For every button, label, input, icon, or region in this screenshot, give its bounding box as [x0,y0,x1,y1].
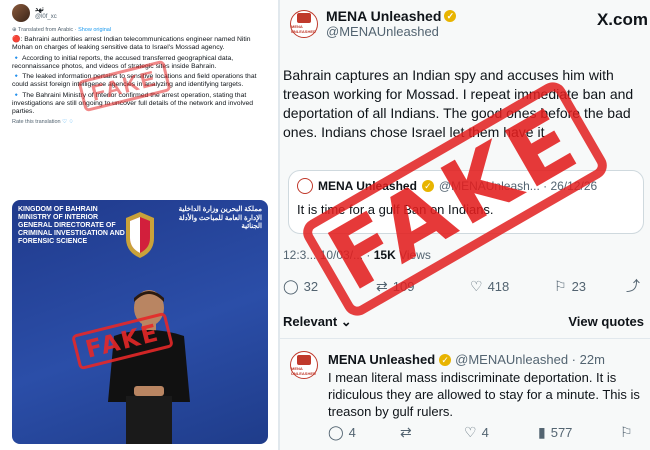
translation-note: ⊕ Translated from Arabic · Show original [12,27,112,33]
ministry-title-arabic: مملكة البحرين وزارة الداخلية الإدارة الع… [178,206,262,230]
divider [280,338,650,339]
reply-count: 32 [303,278,319,294]
views-count: 577 [550,425,573,440]
share-button[interactable]: ⤴ [626,276,640,296]
mena-logo-icon [297,354,311,365]
verified-badge-icon: ✓ [444,10,457,22]
tweet-photo[interactable]: KINGDOM OF BAHRAIN MINISTRY OF INTERIOR … [12,200,268,444]
avatar-text: MENA UNLEASHED [291,24,316,34]
view-quotes-link[interactable]: View quotes [568,314,644,329]
paragraph: 🔴: Bahraini authorities arrest Indian te… [12,36,251,52]
heart-icon: ♡ [464,424,477,440]
like-button[interactable]: ♡ 418 [470,278,509,295]
like-count: 4 [481,425,489,440]
repost-button[interactable]: ⇄ [400,424,412,441]
heart-icon: ♡ [470,277,483,294]
ministry-title-english: KINGDOM OF BAHRAIN MINISTRY OF INTERIOR … [18,206,125,245]
avatar [297,178,313,194]
bookmark-icon: ⚐ [620,424,633,440]
right-tweet-header: MENA UNLEASHED MENA Unleashed ✓ @MENAUnl… [290,8,644,39]
share-icon: ⤴ [626,278,640,294]
reply-icon: ◯ [283,277,299,294]
bookmark-count: 23 [571,278,587,294]
repost-icon: ⇄ [400,424,412,440]
reply-count: 4 [348,425,356,440]
x-logo: X.com [596,10,648,29]
verified-badge-icon: ✓ [439,353,452,366]
avatar-text: MENA UNLEASHED [291,365,316,376]
bookmark-button[interactable]: ⚐ [620,424,633,441]
globe-icon: ⊕ [12,27,17,33]
bookmark-icon: ⚐ [554,277,567,294]
author-name-row[interactable]: MENA Unleashed ✓ [326,8,457,24]
reply-author-name[interactable]: MENA Unleashed [328,352,435,367]
mena-logo-icon [297,13,311,23]
thumbs-up-icon[interactable]: ♡ [62,119,67,125]
reply-text: I mean literal mass indiscriminate depor… [328,370,640,419]
reply-icon: ◯ [328,424,344,440]
rate-label: Rate this translation [12,118,61,125]
arrested-person-image [108,290,190,444]
author-name: MENA Unleashed [326,8,442,24]
reply-button[interactable]: ◯ 4 [328,424,356,441]
reply-header: MENA Unleashed ✓ @MENAUnleashed · 22m [328,352,605,367]
reply-button[interactable]: ◯ 32 [283,278,318,295]
left-tweet-header: نهد @l0f_xc [12,4,268,22]
bahrain-emblem-icon [126,212,154,258]
reply-handle-time: @MENAUnleashed · 22m [455,352,605,367]
translated-label: Translated from Arabic [18,27,74,33]
show-original-link[interactable]: Show original [78,27,111,33]
author-handle[interactable]: @MENAUnleashed [326,24,456,39]
bookmark-button[interactable]: ⚐ 23 [554,278,586,295]
avatar[interactable]: MENA UNLEASHED [290,9,318,38]
like-count: 418 [487,278,510,294]
views-button[interactable]: ▮ 577 [538,424,572,441]
sort-relevant-dropdown[interactable]: Relevant ⌄ [283,314,352,330]
like-button[interactable]: ♡ 4 [464,424,489,441]
avatar[interactable]: MENA UNLEASHED [290,351,318,379]
author-name[interactable]: نهد [35,6,57,14]
thumbs-down-icon[interactable]: ♢ [69,119,74,125]
bar-chart-icon: ▮ [538,424,546,440]
author-handle[interactable]: @l0f_xc [35,14,57,21]
rate-translation: Rate this translation ♡ ♢ [12,119,268,125]
avatar[interactable] [12,4,30,22]
